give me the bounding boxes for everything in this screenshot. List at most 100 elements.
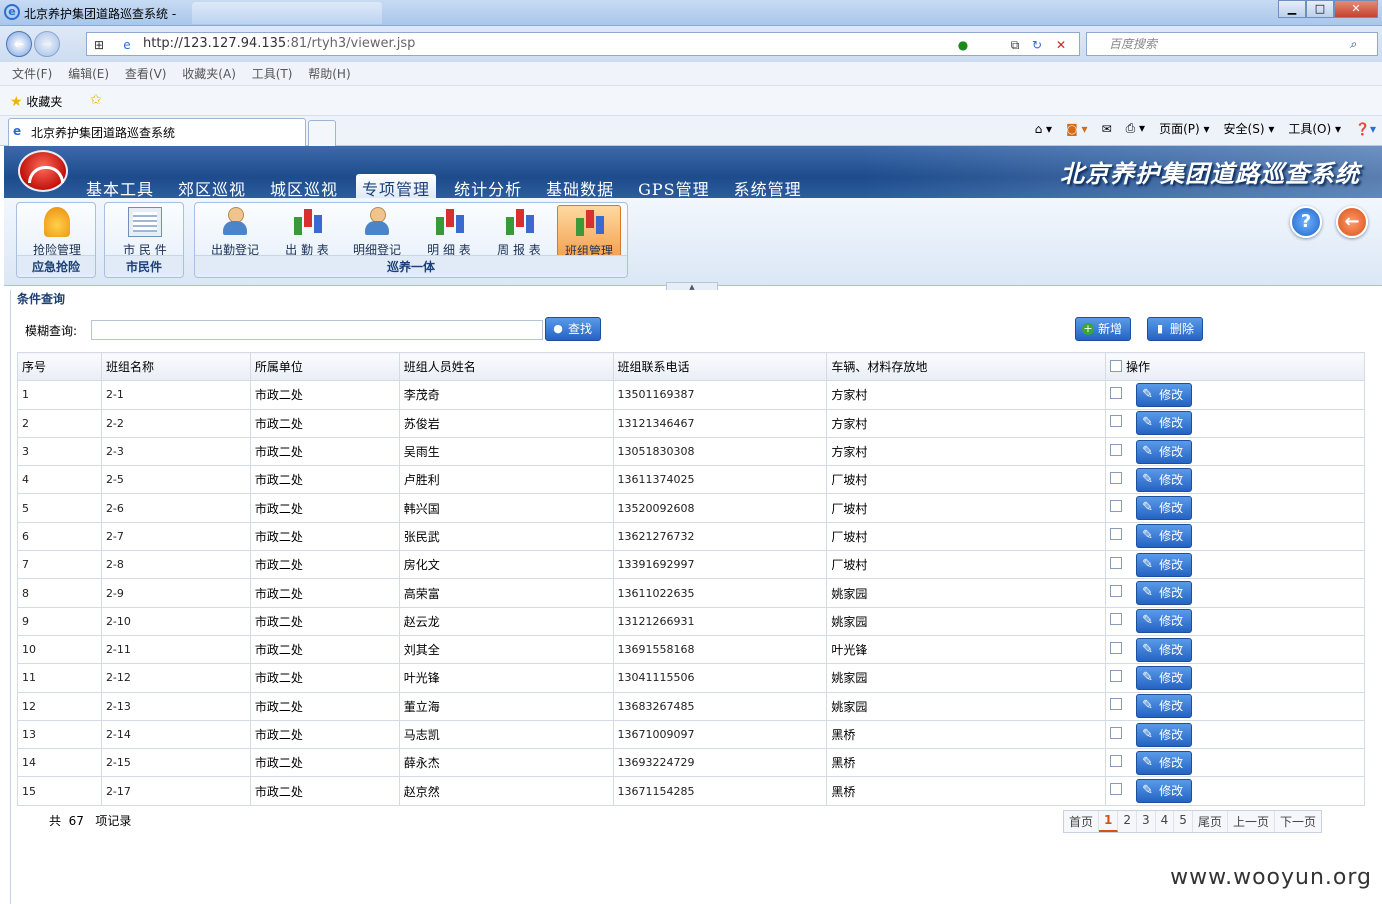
tool-attendance-register[interactable]: 出勤登记 [203, 205, 267, 259]
tool-attendance-sheet[interactable]: 出 勤 表 [275, 205, 339, 259]
page-menu[interactable]: 页面(P) ▾ [1159, 120, 1209, 137]
mail-icon[interactable]: ✉ [1102, 122, 1112, 136]
edit-button[interactable]: ✎ 修改 [1136, 552, 1193, 577]
search-icon[interactable]: ⌕ [1345, 36, 1361, 52]
tool-citizen-cases[interactable]: 市 民 件 [113, 205, 177, 259]
minimize-button[interactable]: ▁ [1278, 0, 1306, 18]
edit-button[interactable]: ✎ 修改 [1136, 382, 1193, 407]
row-checkbox[interactable] [1110, 613, 1123, 626]
row-checkbox[interactable] [1110, 386, 1123, 399]
row-checkbox[interactable] [1110, 698, 1123, 711]
edit-button[interactable]: ✎ 修改 [1136, 609, 1193, 634]
edit-button[interactable]: ✎ 修改 [1136, 581, 1193, 606]
stop-icon[interactable]: ✕ [1053, 37, 1069, 53]
menu-help[interactable]: 帮助(H) [308, 62, 350, 86]
back-icon[interactable]: ← [1336, 206, 1368, 238]
tool-emergency-management[interactable]: 抢险管理 [25, 205, 89, 259]
help-icon[interactable]: ? [1290, 206, 1322, 238]
new-tab-button[interactable] [308, 120, 336, 146]
nav-basic-tools[interactable]: 基本工具 [80, 174, 160, 198]
edit-button[interactable]: ✎ 修改 [1136, 467, 1193, 492]
nav-urban-patrol[interactable]: 城区巡视 [264, 174, 344, 198]
row-checkbox[interactable] [1110, 443, 1123, 456]
fuzzy-query-input[interactable] [91, 320, 543, 340]
edit-button[interactable]: ✎ 修改 [1136, 496, 1193, 521]
row-checkbox[interactable] [1110, 500, 1123, 513]
menu-favorites[interactable]: 收藏夹(A) [182, 62, 236, 86]
url-field[interactable]: ⊞ e http://123.127.94.135:81/rtyh3/viewe… [86, 32, 1080, 56]
tool-detail-sheet[interactable]: 明 细 表 [417, 205, 481, 259]
pager-page-2[interactable]: 2 [1118, 811, 1138, 832]
row-checkbox[interactable] [1110, 528, 1123, 541]
tool-detail-register[interactable]: 明细登记 [345, 205, 409, 259]
menu-file[interactable]: 文件(F) [12, 62, 52, 86]
edit-button[interactable]: ✎ 修改 [1136, 411, 1193, 436]
row-checkbox[interactable] [1110, 471, 1123, 484]
row-checkbox[interactable] [1110, 783, 1123, 796]
print-icon[interactable]: ⎙ ▾ [1126, 121, 1145, 136]
cell-members: 董立海 [398, 691, 614, 721]
row-checkbox[interactable] [1110, 726, 1123, 739]
edit-button[interactable]: ✎ 修改 [1136, 665, 1193, 690]
nav-statistics[interactable]: 统计分析 [448, 174, 528, 198]
edit-button[interactable]: ✎ 修改 [1136, 750, 1193, 775]
select-all-checkbox[interactable] [1110, 359, 1123, 372]
cell-actions: ✎ 修改 [1105, 521, 1365, 552]
delete-button[interactable]: ▮ 删除 [1147, 317, 1204, 341]
favorites-button[interactable]: ★ 收藏夹 [10, 93, 62, 110]
edit-label: 修改 [1159, 586, 1184, 601]
pager-prev[interactable]: 上一页 [1228, 811, 1275, 832]
tools-menu[interactable]: 工具(O) ▾ [1288, 120, 1341, 137]
tool-team-management[interactable]: 班组管理 [557, 205, 621, 259]
chart-icon [572, 208, 606, 238]
search-button[interactable]: ● 查找 [545, 317, 602, 341]
collapse-handle[interactable]: ▲ [666, 282, 718, 291]
pager-page-3[interactable]: 3 [1137, 811, 1156, 832]
row-checkbox[interactable] [1110, 556, 1123, 569]
pager-next[interactable]: 下一页 [1275, 811, 1321, 832]
pager-first[interactable]: 首页 [1064, 811, 1100, 832]
nav-gps[interactable]: GPS管理 [632, 174, 716, 198]
browser-tab-active[interactable]: e 北京养护集团道路巡查系统 [8, 118, 306, 146]
nav-special-management[interactable]: 专项管理 [356, 174, 437, 198]
edit-button[interactable]: ✎ 修改 [1136, 779, 1193, 804]
menu-tools[interactable]: 工具(T) [252, 62, 293, 86]
nav-suburban-patrol[interactable]: 郊区巡视 [172, 174, 252, 198]
forward-arrow-icon[interactable]: → [34, 31, 60, 57]
row-checkbox[interactable] [1110, 754, 1123, 767]
row-checkbox[interactable] [1110, 585, 1123, 598]
compat-icon[interactable]: ⊞ [91, 37, 107, 53]
close-button[interactable]: ✕ [1334, 0, 1378, 18]
cell-team-name: 2-9 [100, 578, 251, 608]
compat-view-icon[interactable]: ⧉ [1007, 37, 1023, 53]
pager-last[interactable]: 尾页 [1193, 811, 1228, 832]
row-checkbox[interactable] [1110, 415, 1123, 428]
edit-button[interactable]: ✎ 修改 [1136, 524, 1193, 549]
menu-edit[interactable]: 编辑(E) [68, 62, 109, 86]
tool-weekly-report[interactable]: 周 报 表 [487, 205, 551, 259]
row-checkbox[interactable] [1110, 641, 1123, 654]
edit-button[interactable]: ✎ 修改 [1136, 694, 1193, 719]
feeds-icon[interactable]: ◙ ▾ [1066, 122, 1087, 136]
edit-button[interactable]: ✎ 修改 [1136, 637, 1193, 662]
back-arrow-icon[interactable]: ← [6, 31, 32, 57]
pager-page-4[interactable]: 4 [1156, 811, 1175, 832]
search-input[interactable]: 百度搜索 ⌕ [1086, 32, 1378, 56]
nav-system[interactable]: 系统管理 [728, 174, 808, 198]
nav-basic-data[interactable]: 基础数据 [540, 174, 620, 198]
pager-page-1[interactable]: 1 [1099, 811, 1119, 832]
refresh-icon[interactable]: ↻ [1029, 37, 1045, 53]
edit-button[interactable]: ✎ 修改 [1136, 439, 1193, 464]
add-button[interactable]: + 新增 [1075, 317, 1132, 341]
home-icon[interactable]: ⌂ ▾ [1035, 122, 1052, 136]
safety-menu[interactable]: 安全(S) ▾ [1224, 120, 1275, 137]
menu-view[interactable]: 查看(V) [125, 62, 167, 86]
help-menu-icon[interactable]: ❓▾ [1355, 122, 1376, 136]
background-tab[interactable] [192, 2, 382, 24]
row-checkbox[interactable] [1110, 669, 1123, 682]
maximize-button[interactable]: □ [1306, 0, 1334, 18]
add-favorite-icon[interactable]: ✩ [90, 92, 102, 108]
pager-page-5[interactable]: 5 [1174, 811, 1193, 832]
edit-button[interactable]: ✎ 修改 [1136, 722, 1193, 747]
security-icon[interactable]: ● [955, 37, 971, 53]
